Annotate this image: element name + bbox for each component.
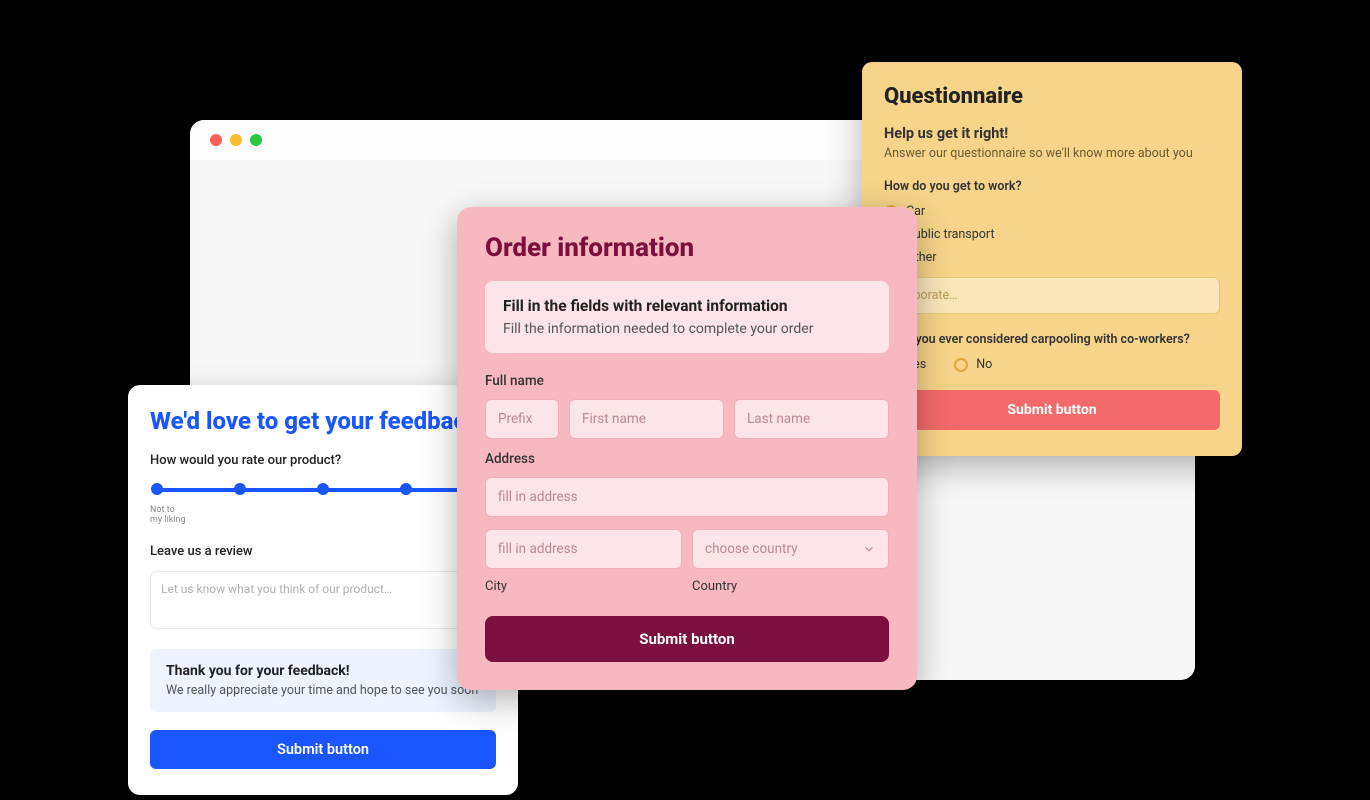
traffic-light-yellow[interactable] (230, 134, 242, 146)
question-1-options: Car Public transport Other (884, 204, 1220, 265)
option-car[interactable]: Car (884, 204, 1220, 219)
order-info-box: Fill in the fields with relevant informa… (485, 281, 889, 353)
review-textarea[interactable] (150, 571, 496, 629)
question-1-label: How do you get to work? (884, 179, 1220, 194)
option-other[interactable]: Other (884, 250, 1220, 265)
order-card: Order information Fill in the fields wit… (457, 207, 917, 690)
order-title: Order information (485, 233, 889, 263)
radio-icon (954, 358, 968, 372)
city-sublabel: City (485, 579, 682, 594)
option-no[interactable]: No (954, 357, 992, 372)
slider-dot[interactable] (234, 483, 246, 495)
country-select[interactable]: choose country (692, 529, 889, 569)
slider-low-caption: Not to my liking (150, 506, 195, 526)
question-2-label: Have you ever considered carpooling with… (884, 332, 1220, 347)
slider-dot[interactable] (317, 483, 329, 495)
city-input[interactable] (485, 529, 682, 569)
questionnaire-title: Questionnaire (884, 84, 1220, 109)
option-label: No (976, 357, 992, 372)
question-2-options: Yes No (884, 357, 1220, 372)
rate-question-label: How would you rate our product? (150, 453, 496, 468)
address-input[interactable] (485, 477, 889, 517)
prefix-input[interactable] (485, 399, 559, 439)
thank-you-subtitle: We really appreciate your time and hope … (166, 683, 480, 698)
traffic-light-red[interactable] (210, 134, 222, 146)
questionnaire-submit-button[interactable]: Submit button (884, 390, 1220, 430)
feedback-submit-button[interactable]: Submit button (150, 730, 496, 769)
order-info-title: Fill in the fields with relevant informa… (503, 297, 871, 315)
questionnaire-card: Questionnaire Help us get it right! Answ… (862, 62, 1242, 456)
option-public-transport[interactable]: Public transport (884, 227, 1220, 242)
thank-you-title: Thank you for your feedback! (166, 663, 480, 679)
fullname-label: Full name (485, 373, 889, 389)
lastname-input[interactable] (734, 399, 889, 439)
order-info-subtitle: Fill the information needed to complete … (503, 321, 871, 337)
chevron-down-icon (862, 542, 876, 556)
order-submit-button[interactable]: Submit button (485, 616, 889, 662)
slider-dot[interactable] (400, 483, 412, 495)
country-select-placeholder: choose country (705, 541, 798, 557)
traffic-light-green[interactable] (250, 134, 262, 146)
option-label: Public transport (906, 227, 995, 242)
rating-slider[interactable] (150, 480, 496, 500)
elaborate-input[interactable] (884, 277, 1220, 314)
feedback-title: We'd love to get your feedback (150, 407, 496, 435)
slider-dot[interactable] (151, 483, 163, 495)
country-sublabel: Country (692, 579, 889, 594)
firstname-input[interactable] (569, 399, 724, 439)
address-label: Address (485, 451, 889, 467)
review-label: Leave us a review (150, 544, 496, 559)
thank-you-box: Thank you for your feedback! We really a… (150, 649, 496, 712)
questionnaire-subtitle: Help us get it right! (884, 125, 1220, 142)
questionnaire-description: Answer our questionnaire so we'll know m… (884, 146, 1220, 161)
